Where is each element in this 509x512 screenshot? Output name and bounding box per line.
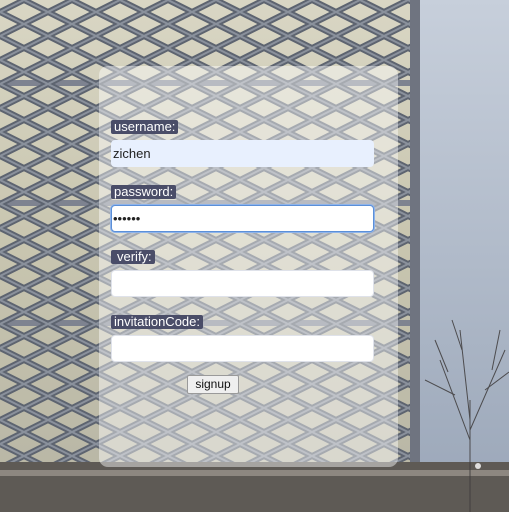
username-input[interactable]: [111, 140, 374, 167]
invitation-code-input[interactable]: [111, 335, 374, 362]
password-input[interactable]: [111, 205, 374, 232]
verify-label: verify:: [111, 250, 155, 264]
invitation-code-label: invitationCode:: [111, 315, 203, 329]
username-label: username:: [111, 120, 179, 134]
signup-button[interactable]: signup: [187, 375, 239, 394]
password-label: password:: [111, 185, 177, 199]
signup-form-panel: username: password: verify: invitationCo…: [99, 66, 398, 467]
verify-input[interactable]: [111, 270, 374, 297]
